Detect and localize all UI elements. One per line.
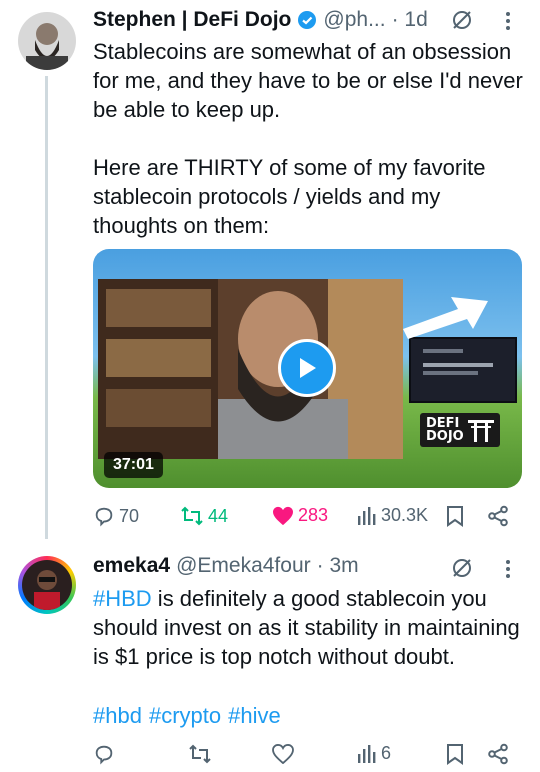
handle[interactable]: @ph... [323, 8, 385, 32]
avatar[interactable] [18, 12, 76, 70]
display-name[interactable]: emeka4 [93, 554, 170, 578]
like-button[interactable] [272, 743, 294, 769]
hashtag-list: #hbd #crypto #hive [93, 701, 281, 730]
heart-filled-icon [273, 506, 293, 525]
grok-icon[interactable] [450, 8, 474, 37]
views-icon [358, 744, 376, 763]
share-icon[interactable] [487, 743, 509, 770]
avatar[interactable] [18, 556, 76, 614]
views-button[interactable]: 30.3K [357, 505, 428, 526]
hashtag-link[interactable]: #hbd [93, 701, 142, 730]
reply-button[interactable] [93, 743, 115, 770]
screen-preview [409, 337, 517, 403]
video-duration-badge: 37:01 [104, 452, 163, 478]
bookmark-icon[interactable] [446, 743, 464, 770]
verified-badge-icon [297, 10, 317, 30]
timestamp[interactable]: · 1d [392, 8, 428, 32]
display-name[interactable]: Stephen | DeFi Dojo [93, 8, 291, 32]
views-count: 6 [381, 743, 392, 763]
more-options-icon[interactable] [503, 10, 513, 37]
hashtag-link[interactable]: #HBD [93, 586, 152, 611]
torii-icon [467, 420, 494, 442]
play-button[interactable] [278, 339, 336, 397]
retweet-count: 44 [208, 505, 229, 526]
heart-icon [272, 743, 294, 765]
views-icon [358, 506, 376, 525]
reply-icon [95, 507, 113, 527]
more-options-icon[interactable] [503, 558, 513, 585]
retweet-button[interactable] [188, 743, 212, 770]
retweet-icon [189, 744, 211, 764]
reply-icon [95, 745, 113, 765]
retweet-button[interactable]: 44 [180, 505, 228, 527]
arrow-graphic-icon [403, 297, 488, 339]
views-button[interactable]: 6 [357, 743, 391, 764]
bookmark-icon[interactable] [446, 505, 464, 532]
like-count: 283 [298, 505, 329, 525]
tweet-text-body: is definitely a good stablecoin you shou… [93, 586, 520, 669]
grok-icon[interactable] [450, 556, 474, 585]
tweet-text: #HBD is definitely a good stablecoin you… [93, 584, 523, 671]
tweet-text: Stablecoins are somewhat of an obsession… [93, 39, 523, 238]
video-thumbnail [98, 279, 403, 459]
reply-button[interactable]: 70 [93, 505, 139, 527]
views-count: 30.3K [381, 505, 429, 525]
share-icon[interactable] [487, 505, 509, 532]
video-player[interactable]: DEFI DOJO 37:01 [93, 249, 522, 488]
hashtag-link[interactable]: #hive [228, 701, 281, 730]
timestamp[interactable]: · 3m [317, 554, 359, 578]
handle[interactable]: @Emeka4four [176, 554, 311, 578]
like-button[interactable]: 283 [272, 505, 328, 526]
play-icon [300, 358, 316, 378]
brand-line2: DOJO [426, 429, 464, 444]
reply-count: 70 [119, 505, 140, 526]
retweet-icon [181, 506, 203, 526]
hashtag-link[interactable]: #crypto [149, 701, 221, 730]
brand-logo: DEFI DOJO [420, 413, 500, 447]
thread-line [45, 76, 48, 539]
